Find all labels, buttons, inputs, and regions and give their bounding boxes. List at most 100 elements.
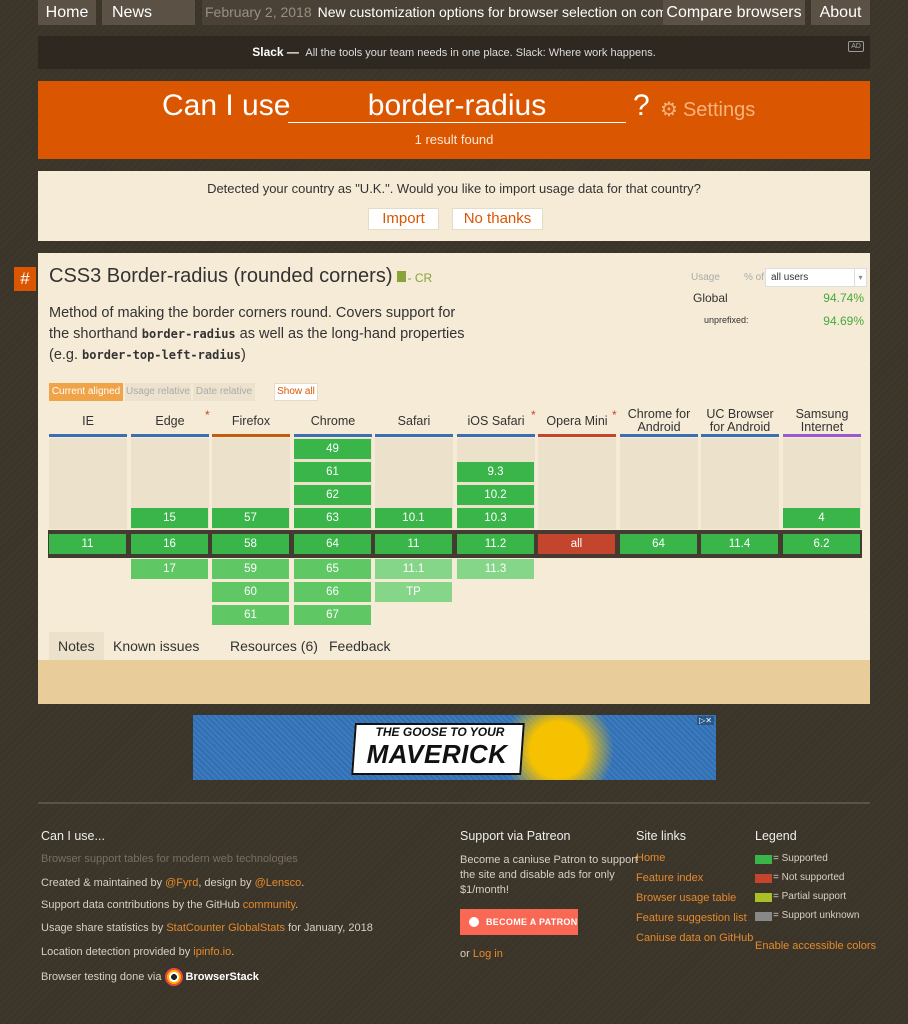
browser-column-bg <box>538 438 616 529</box>
browser-name-safari[interactable]: Safari <box>375 405 453 437</box>
settings-button[interactable]: ⚙ Settings <box>660 97 755 122</box>
version-cell[interactable]: 59 <box>212 559 289 579</box>
browser-name-opera-mini[interactable]: Opera Mini <box>538 405 616 437</box>
version-cell[interactable]: 10.1 <box>375 508 452 528</box>
browser-name-chrome-for-android[interactable]: Chrome for Android <box>620 405 698 437</box>
version-cell[interactable]: 58 <box>212 534 289 554</box>
chevron-down-icon: ▾ <box>854 269 866 286</box>
login-link[interactable]: Log in <box>473 948 503 960</box>
version-cell[interactable]: 65 <box>294 559 371 579</box>
browser-name-samsung-internet[interactable]: Samsung Internet <box>783 405 861 437</box>
nav-about[interactable]: About <box>811 0 870 25</box>
browser-name-ie[interactable]: IE <box>49 405 127 437</box>
nav-home[interactable]: Home <box>38 0 96 25</box>
fyrd-link[interactable]: @Fyrd <box>165 877 198 889</box>
browser-name-chrome[interactable]: Chrome <box>294 405 372 437</box>
footer-text: Browser testing done via <box>41 971 165 983</box>
version-cell[interactable]: 49 <box>294 439 371 459</box>
version-cell[interactable]: TP <box>375 582 452 602</box>
view-current-aligned[interactable]: Current aligned <box>49 383 123 401</box>
version-cell[interactable]: 61 <box>294 462 371 482</box>
version-cell[interactable]: 61 <box>212 605 289 625</box>
ipinfo-link[interactable]: ipinfo.io <box>193 946 231 958</box>
spec-document-icon[interactable] <box>396 271 406 282</box>
version-cell[interactable]: 17 <box>131 559 208 579</box>
accessible-colors-link[interactable]: Enable accessible colors <box>755 940 876 952</box>
version-cell[interactable]: 9.3 <box>457 462 534 482</box>
version-cell[interactable]: 16 <box>131 534 208 554</box>
version-cell[interactable]: 60 <box>212 582 289 602</box>
version-cell[interactable]: 11 <box>49 534 126 554</box>
version-cell[interactable]: 64 <box>294 534 371 554</box>
version-cell[interactable]: 57 <box>212 508 289 528</box>
version-cell[interactable]: 15 <box>131 508 208 528</box>
news-ticker[interactable]: February 2, 2018 New customization option… <box>202 0 698 25</box>
feature-title-text: CSS3 Border-radius (rounded corners) <box>49 265 393 287</box>
news-headline[interactable]: New customization options for browser se… <box>318 4 698 20</box>
version-cell[interactable]: 10.2 <box>457 485 534 505</box>
users-select[interactable]: all users ▾ <box>765 268 867 287</box>
tab-feedback[interactable]: Feedback <box>320 632 398 660</box>
adchoices-icon[interactable]: ▷✕ <box>697 716 714 725</box>
lensco-link[interactable]: @Lensco <box>255 877 302 889</box>
version-cell[interactable]: 11.3 <box>457 559 534 579</box>
tab-notes[interactable]: Notes <box>49 632 106 660</box>
feature-permalink-hash[interactable]: # <box>14 267 36 291</box>
gear-icon: ⚙ <box>660 99 678 121</box>
browser-name-uc-browser-for-android[interactable]: UC Browser for Android <box>701 405 779 437</box>
nav-news[interactable]: News <box>102 0 195 25</box>
nav-compare-browsers[interactable]: Compare browsers <box>663 0 805 25</box>
version-cell[interactable]: 10.3 <box>457 508 534 528</box>
version-cell[interactable]: all <box>538 534 615 554</box>
asterisk-note-icon[interactable]: * <box>205 408 210 422</box>
asterisk-note-icon[interactable]: * <box>531 408 536 422</box>
version-cell[interactable]: 64 <box>620 534 697 554</box>
view-usage-relative[interactable]: Usage relative <box>125 383 191 401</box>
feature-title: CSS3 Border-radius (rounded corners) - CR <box>49 265 432 288</box>
import-button[interactable]: Import <box>368 208 439 230</box>
version-cell[interactable]: 11.1 <box>375 559 452 579</box>
version-cell[interactable]: 11.4 <box>701 534 778 554</box>
maverick-ad-banner[interactable]: THE GOOSE TO YOUR MAVERICK ▷✕ <box>193 715 716 780</box>
site-link-caniuse-data-on-github[interactable]: Caniuse data on GitHub <box>636 932 753 944</box>
version-cell[interactable]: 67 <box>294 605 371 625</box>
version-cell[interactable]: 66 <box>294 582 371 602</box>
version-cell[interactable]: 4 <box>783 508 860 528</box>
community-link[interactable]: community <box>243 899 295 911</box>
asterisk-note-icon[interactable]: * <box>612 408 617 422</box>
version-cell[interactable]: 11 <box>375 534 452 554</box>
pct-of-label: % of <box>744 272 765 283</box>
browserstack-link[interactable]: BrowserStack <box>164 968 259 986</box>
patreon-line1: Become a caniuse Patron to support <box>460 854 638 866</box>
show-all-button[interactable]: Show all <box>274 383 318 401</box>
accessible-colors-toggle[interactable]: Enable accessible colors <box>755 940 876 952</box>
browser-color-bar <box>131 434 209 437</box>
browser-name-ios-safari[interactable]: iOS Safari <box>457 405 535 437</box>
tab-known-issues[interactable]: Known issues (4) <box>104 632 220 682</box>
ad-line2: MAVERICK <box>366 739 508 769</box>
become-patron-button[interactable]: BECOME A PATRON <box>460 909 578 935</box>
ad-badge: AD <box>848 41 864 52</box>
version-cell[interactable]: 6.2 <box>783 534 860 554</box>
legend-swatch <box>755 893 772 902</box>
tab-resources[interactable]: Resources (6) <box>221 632 321 660</box>
version-cell[interactable]: 63 <box>294 508 371 528</box>
site-link-home[interactable]: Home <box>636 852 665 864</box>
browser-name-edge[interactable]: Edge <box>131 405 209 437</box>
no-thanks-button[interactable]: No thanks <box>452 208 543 230</box>
browser-name-firefox[interactable]: Firefox <box>212 405 290 437</box>
version-cell[interactable]: 11.2 <box>457 534 534 554</box>
version-cell[interactable]: 62 <box>294 485 371 505</box>
slack-ad-banner[interactable]: Slack — All the tools your team needs in… <box>38 36 870 69</box>
spec-status[interactable]: - CR <box>408 271 433 285</box>
site-link-browser-usage-table[interactable]: Browser usage table <box>636 892 736 904</box>
statcounter-link[interactable]: StatCounter GlobalStats <box>166 922 285 934</box>
site-link-feature-suggestion-list[interactable]: Feature suggestion list <box>636 912 747 924</box>
slack-ad-text: All the tools your team needs in one pla… <box>305 47 656 59</box>
global-value: 94.74% <box>823 291 864 305</box>
view-date-relative[interactable]: Date relative <box>193 383 255 401</box>
footer-text: . <box>301 877 305 889</box>
site-link-feature-index[interactable]: Feature index <box>636 872 703 884</box>
legend-swatch <box>755 912 772 921</box>
search-input[interactable] <box>288 89 626 123</box>
